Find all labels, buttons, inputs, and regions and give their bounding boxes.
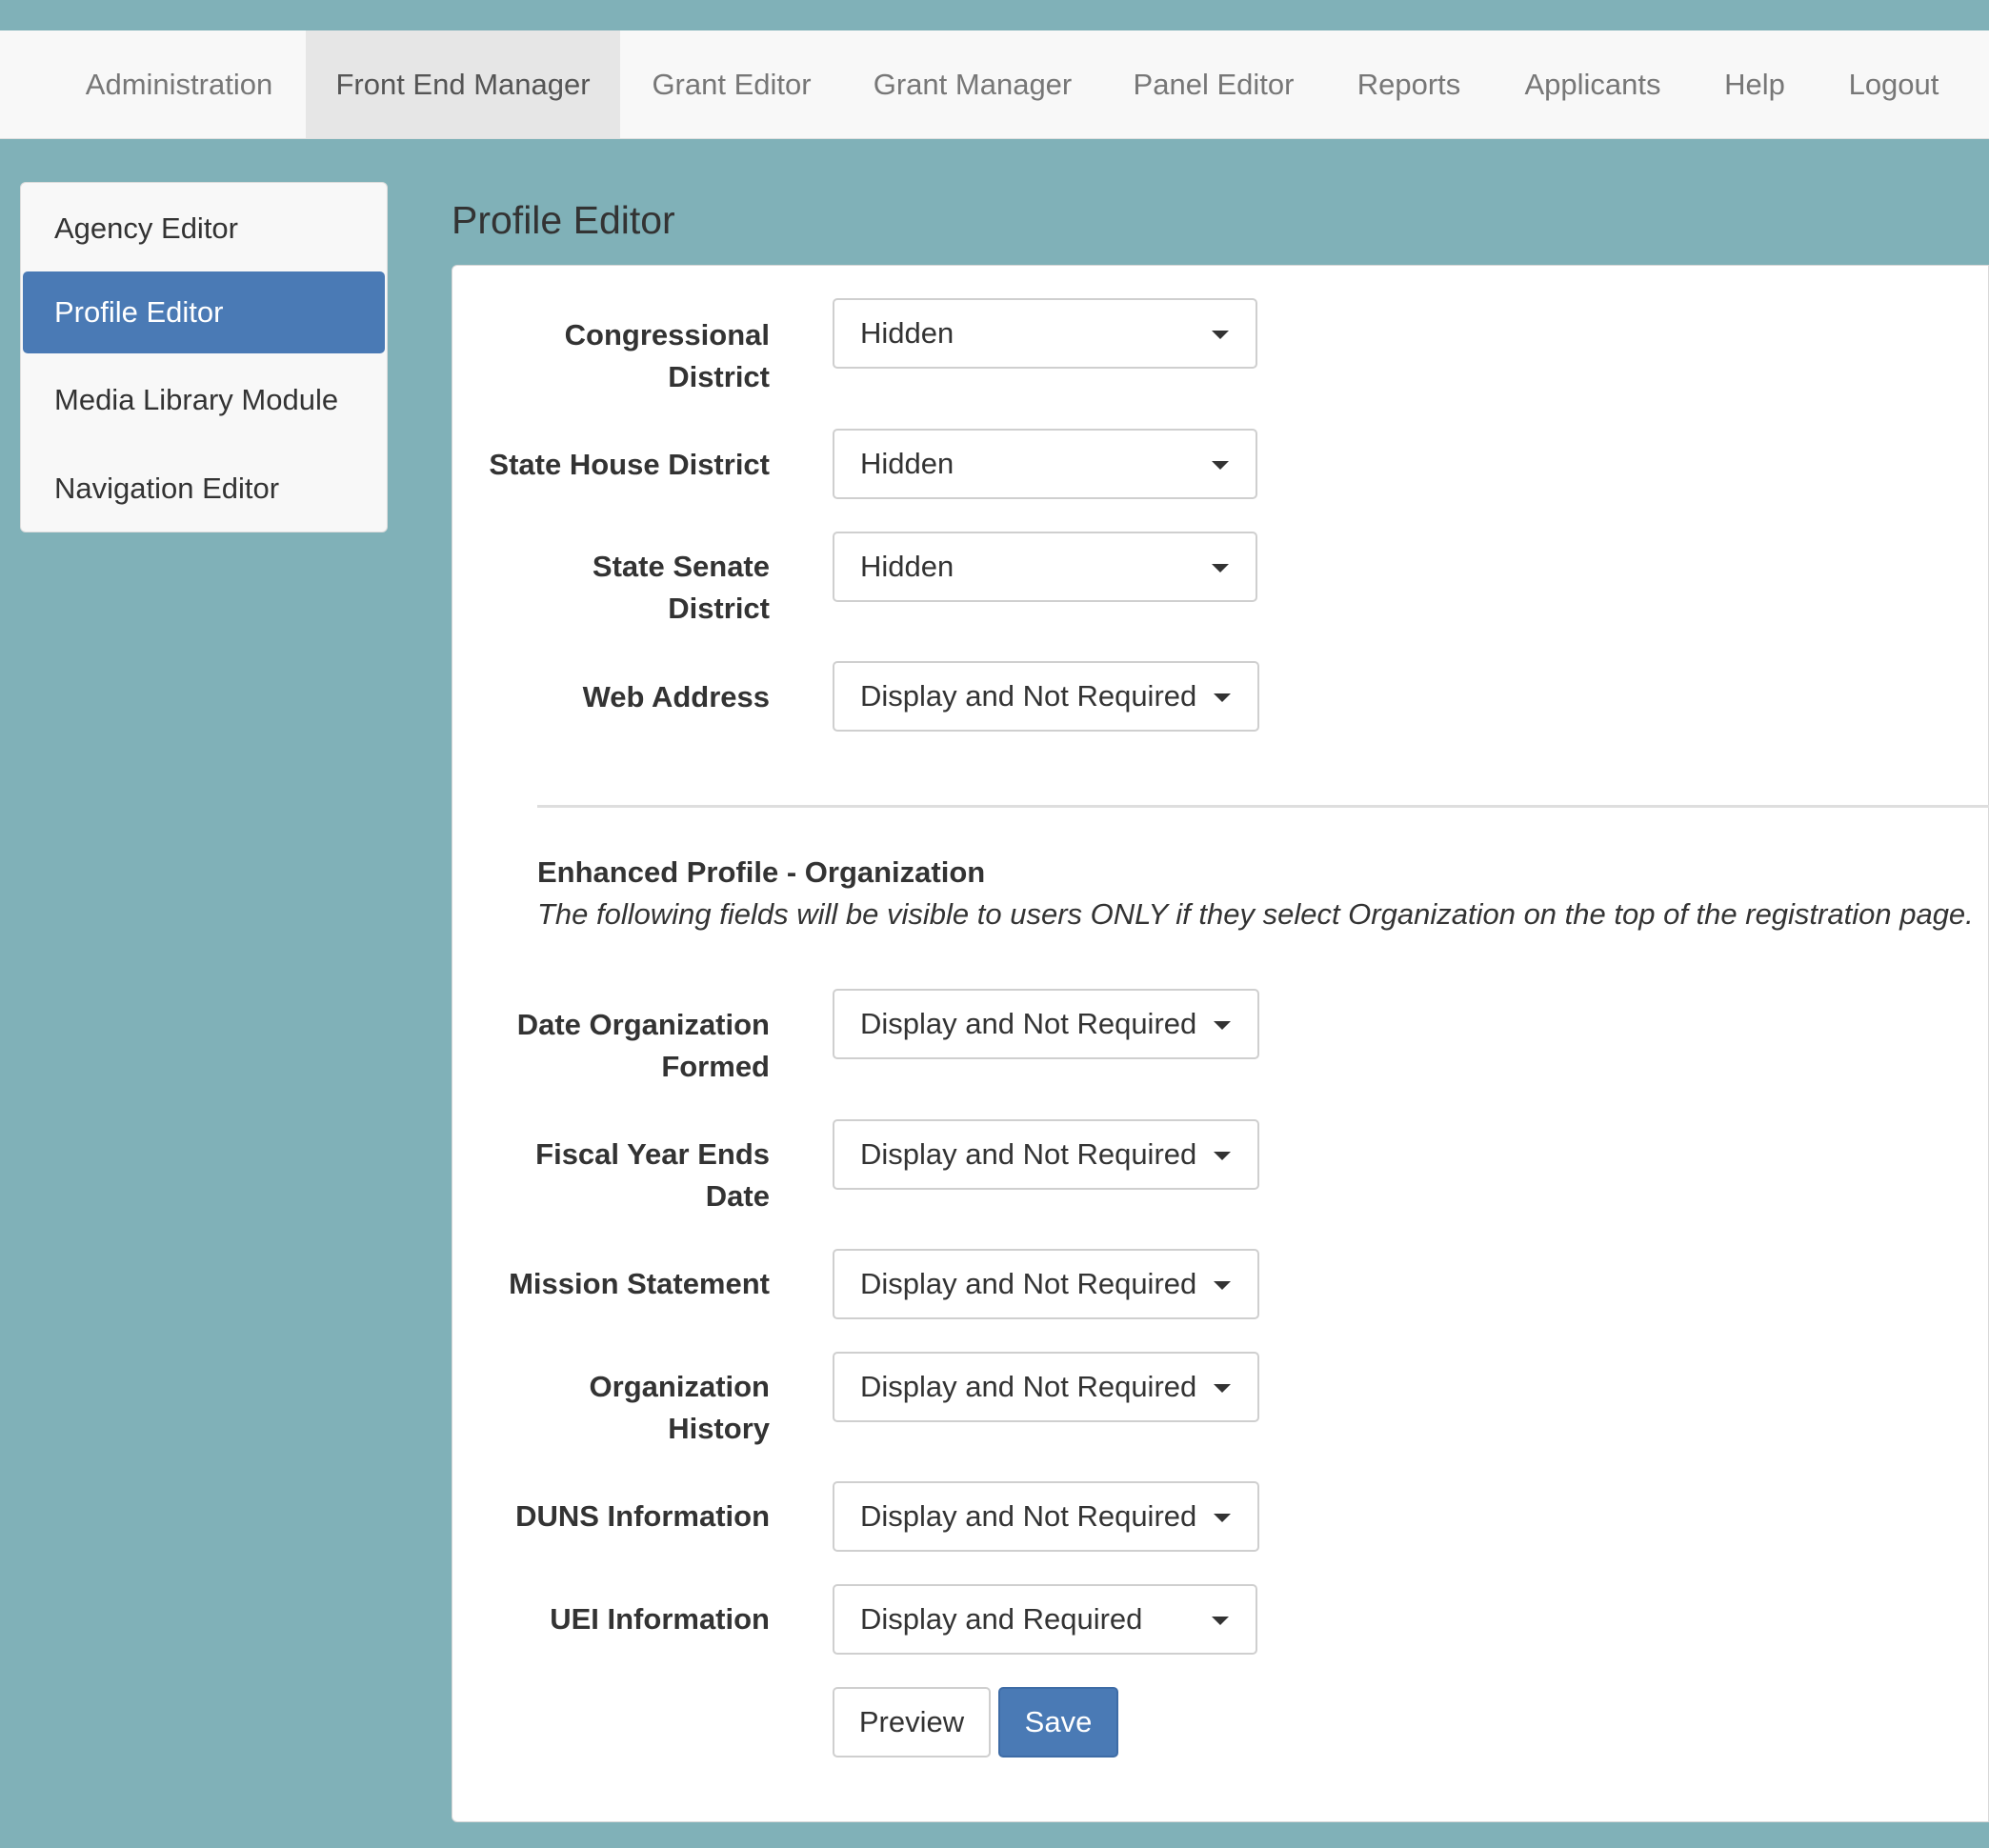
caret-down-icon bbox=[1212, 1617, 1229, 1625]
field-label-organization-history: Organization History bbox=[589, 1370, 770, 1445]
web-address-select[interactable]: Display and Not Required bbox=[833, 661, 1259, 732]
caret-down-icon bbox=[1212, 461, 1229, 470]
congressional-district-select[interactable]: Hidden bbox=[833, 298, 1257, 369]
preview-button[interactable]: Preview bbox=[833, 1687, 991, 1758]
enhanced-profile-heading: Enhanced Profile - Organization bbox=[537, 855, 986, 889]
caret-down-icon bbox=[1214, 1152, 1231, 1160]
select-value: Display and Not Required bbox=[860, 1370, 1197, 1403]
caret-down-icon bbox=[1214, 693, 1231, 702]
field-label-duns-information: DUNS Information bbox=[515, 1499, 770, 1533]
nav-grant-manager[interactable]: Grant Manager bbox=[846, 30, 1099, 138]
state-house-district-select[interactable]: Hidden bbox=[833, 429, 1257, 499]
field-label-state-house-district: State House District bbox=[489, 448, 770, 481]
nav-front-end-manager[interactable]: Front End Manager bbox=[306, 30, 620, 138]
sidebar-item-agency-editor[interactable]: Agency Editor bbox=[23, 188, 385, 270]
sidebar-item-media-library-module[interactable]: Media Library Module bbox=[23, 359, 385, 441]
select-value: Display and Not Required bbox=[860, 1007, 1197, 1040]
duns-information-select[interactable]: Display and Not Required bbox=[833, 1481, 1259, 1552]
sidebar-item-profile-editor[interactable]: Profile Editor bbox=[23, 271, 385, 353]
nav-administration[interactable]: Administration bbox=[59, 30, 299, 138]
caret-down-icon bbox=[1214, 1384, 1231, 1393]
nav-help[interactable]: Help bbox=[1698, 30, 1812, 138]
state-senate-district-select[interactable]: Hidden bbox=[833, 532, 1257, 602]
top-navbar: Administration Front End Manager Grant E… bbox=[0, 30, 1989, 139]
select-value: Hidden bbox=[860, 316, 954, 350]
select-value: Hidden bbox=[860, 550, 954, 583]
field-label-congressional-district: Congressional District bbox=[564, 318, 770, 393]
page-title: Profile Editor bbox=[452, 198, 675, 242]
sidebar-item-navigation-editor[interactable]: Navigation Editor bbox=[23, 448, 385, 530]
nav-logout[interactable]: Logout bbox=[1825, 30, 1962, 138]
field-label-date-organization-formed: Date Organization Formed bbox=[516, 1008, 770, 1083]
organization-history-select[interactable]: Display and Not Required bbox=[833, 1352, 1259, 1422]
fiscal-year-ends-date-select[interactable]: Display and Not Required bbox=[833, 1119, 1259, 1190]
caret-down-icon bbox=[1214, 1281, 1231, 1290]
section-divider bbox=[537, 805, 1989, 808]
field-label-state-senate-district: State Senate District bbox=[592, 550, 770, 625]
select-value: Display and Not Required bbox=[860, 1267, 1197, 1300]
caret-down-icon bbox=[1212, 564, 1229, 572]
nav-grant-editor[interactable]: Grant Editor bbox=[627, 30, 836, 138]
caret-down-icon bbox=[1214, 1021, 1231, 1030]
uei-information-select[interactable]: Display and Required bbox=[833, 1584, 1257, 1655]
field-label-mission-statement: Mission Statement bbox=[509, 1267, 770, 1300]
select-value: Display and Not Required bbox=[860, 1137, 1197, 1171]
select-value: Display and Not Required bbox=[860, 679, 1197, 713]
date-organization-formed-select[interactable]: Display and Not Required bbox=[833, 989, 1259, 1059]
field-label-uei-information: UEI Information bbox=[550, 1602, 770, 1636]
nav-applicants[interactable]: Applicants bbox=[1496, 30, 1690, 138]
field-label-web-address: Web Address bbox=[582, 680, 770, 713]
nav-reports[interactable]: Reports bbox=[1331, 30, 1487, 138]
select-value: Display and Not Required bbox=[860, 1499, 1197, 1533]
save-button[interactable]: Save bbox=[998, 1687, 1118, 1758]
caret-down-icon bbox=[1214, 1514, 1231, 1522]
caret-down-icon bbox=[1212, 331, 1229, 339]
mission-statement-select[interactable]: Display and Not Required bbox=[833, 1249, 1259, 1319]
nav-panel-editor[interactable]: Panel Editor bbox=[1109, 30, 1318, 138]
field-label-fiscal-year-ends-date: Fiscal Year Ends Date bbox=[535, 1137, 770, 1213]
enhanced-profile-note: The following fields will be visible to … bbox=[537, 897, 1974, 931]
select-value: Hidden bbox=[860, 447, 954, 480]
select-value: Display and Required bbox=[860, 1602, 1143, 1636]
